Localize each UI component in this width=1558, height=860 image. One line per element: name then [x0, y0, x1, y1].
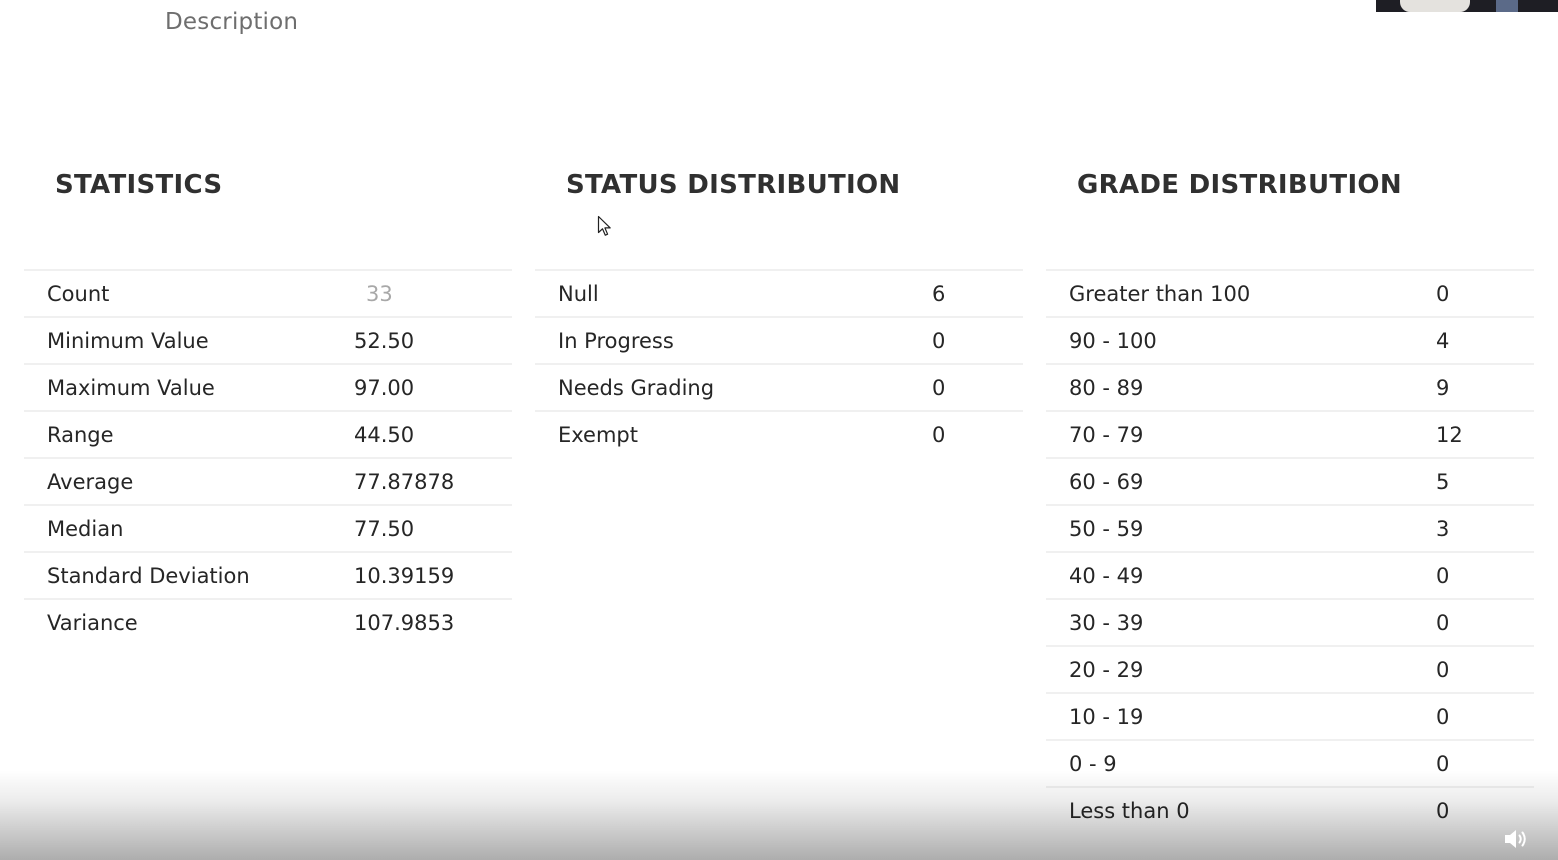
row-value: 6 [932, 282, 946, 306]
table-row: 70 - 79 12 [1046, 412, 1534, 459]
row-value: 0 [1436, 799, 1450, 823]
table-row: Median 77.50 [24, 506, 512, 553]
row-label: 50 - 59 [1069, 517, 1144, 541]
row-value: 97.00 [354, 376, 415, 400]
row-label: Median [47, 517, 124, 541]
row-value: 0 [1436, 752, 1450, 776]
row-value: 0 [1436, 705, 1450, 729]
row-label: Standard Deviation [47, 564, 250, 588]
table-row: Count 33 [24, 271, 512, 318]
row-value: 12 [1436, 423, 1463, 447]
row-label: Count [47, 282, 110, 306]
row-value: 0 [932, 376, 946, 400]
statistics-title: STATISTICS [55, 170, 223, 200]
table-row: 30 - 39 0 [1046, 600, 1534, 647]
row-label: Greater than 100 [1069, 282, 1251, 306]
row-value: 3 [1436, 517, 1450, 541]
row-label: In Progress [558, 329, 674, 353]
row-label: Needs Grading [558, 376, 715, 400]
table-row: Exempt 0 [535, 412, 1023, 457]
table-row: Maximum Value 97.00 [24, 365, 512, 412]
row-label: 30 - 39 [1069, 611, 1144, 635]
mouse-pointer-icon [597, 215, 611, 236]
row-label: Minimum Value [47, 329, 209, 353]
row-value: 0 [1436, 564, 1450, 588]
table-row: Null 6 [535, 271, 1023, 318]
table-row: Standard Deviation 10.39159 [24, 553, 512, 600]
statistics-table: Count 33 Minimum Value 52.50 Maximum Val… [24, 269, 512, 645]
table-row: 80 - 89 9 [1046, 365, 1534, 412]
row-value: 33 [366, 282, 393, 306]
table-row: 40 - 49 0 [1046, 553, 1534, 600]
row-label: 20 - 29 [1069, 658, 1144, 682]
row-value: 77.50 [354, 517, 415, 541]
row-value: 0 [1436, 658, 1450, 682]
row-label: Range [47, 423, 114, 447]
row-label: Null [558, 282, 599, 306]
grade-distribution-title: GRADE DISTRIBUTION [1077, 170, 1402, 200]
row-value: 4 [1436, 329, 1450, 353]
status-distribution-title: STATUS DISTRIBUTION [566, 170, 901, 200]
row-label: 80 - 89 [1069, 376, 1144, 400]
row-value: 5 [1436, 470, 1450, 494]
row-label: 60 - 69 [1069, 470, 1144, 494]
table-row: Range 44.50 [24, 412, 512, 459]
row-label: Exempt [558, 423, 638, 447]
table-row: Less than 0 0 [1046, 788, 1534, 833]
webcam-background [1496, 0, 1518, 12]
webcam-face [1400, 0, 1470, 12]
row-value: 0 [932, 329, 946, 353]
grade-statistics-page: Description STATISTICS Count 33 Minimum … [0, 0, 1558, 860]
webcam-overlay [1376, 0, 1558, 12]
row-value: 0 [1436, 282, 1450, 306]
row-value: 9 [1436, 376, 1450, 400]
volume-icon[interactable] [1503, 827, 1529, 851]
table-row: Minimum Value 52.50 [24, 318, 512, 365]
table-row: Greater than 100 0 [1046, 271, 1534, 318]
table-row: Average 77.87878 [24, 459, 512, 506]
table-row: 20 - 29 0 [1046, 647, 1534, 694]
table-row: 50 - 59 3 [1046, 506, 1534, 553]
row-value: 44.50 [354, 423, 415, 447]
row-value: 52.50 [354, 329, 415, 353]
grade-distribution-table: Greater than 100 0 90 - 100 4 80 - 89 9 … [1046, 269, 1534, 833]
table-row: 10 - 19 0 [1046, 694, 1534, 741]
table-row: Needs Grading 0 [535, 365, 1023, 412]
table-row: 90 - 100 4 [1046, 318, 1534, 365]
row-label: 0 - 9 [1069, 752, 1117, 776]
row-label: 10 - 19 [1069, 705, 1144, 729]
row-label: 40 - 49 [1069, 564, 1144, 588]
row-label: 90 - 100 [1069, 329, 1157, 353]
row-label: Less than 0 [1069, 799, 1190, 823]
row-value: 0 [1436, 611, 1450, 635]
table-row: 60 - 69 5 [1046, 459, 1534, 506]
row-value: 0 [932, 423, 946, 447]
table-row: 0 - 9 0 [1046, 741, 1534, 788]
row-value: 10.39159 [354, 564, 455, 588]
row-label: Maximum Value [47, 376, 215, 400]
row-value: 107.9853 [354, 611, 455, 635]
status-distribution-table: Null 6 In Progress 0 Needs Grading 0 Exe… [535, 269, 1023, 457]
row-label: 70 - 79 [1069, 423, 1144, 447]
row-label: Variance [47, 611, 138, 635]
table-row: Variance 107.9853 [24, 600, 512, 645]
table-row: In Progress 0 [535, 318, 1023, 365]
description-label: Description [165, 9, 299, 35]
row-value: 77.87878 [354, 470, 455, 494]
row-label: Average [47, 470, 134, 494]
